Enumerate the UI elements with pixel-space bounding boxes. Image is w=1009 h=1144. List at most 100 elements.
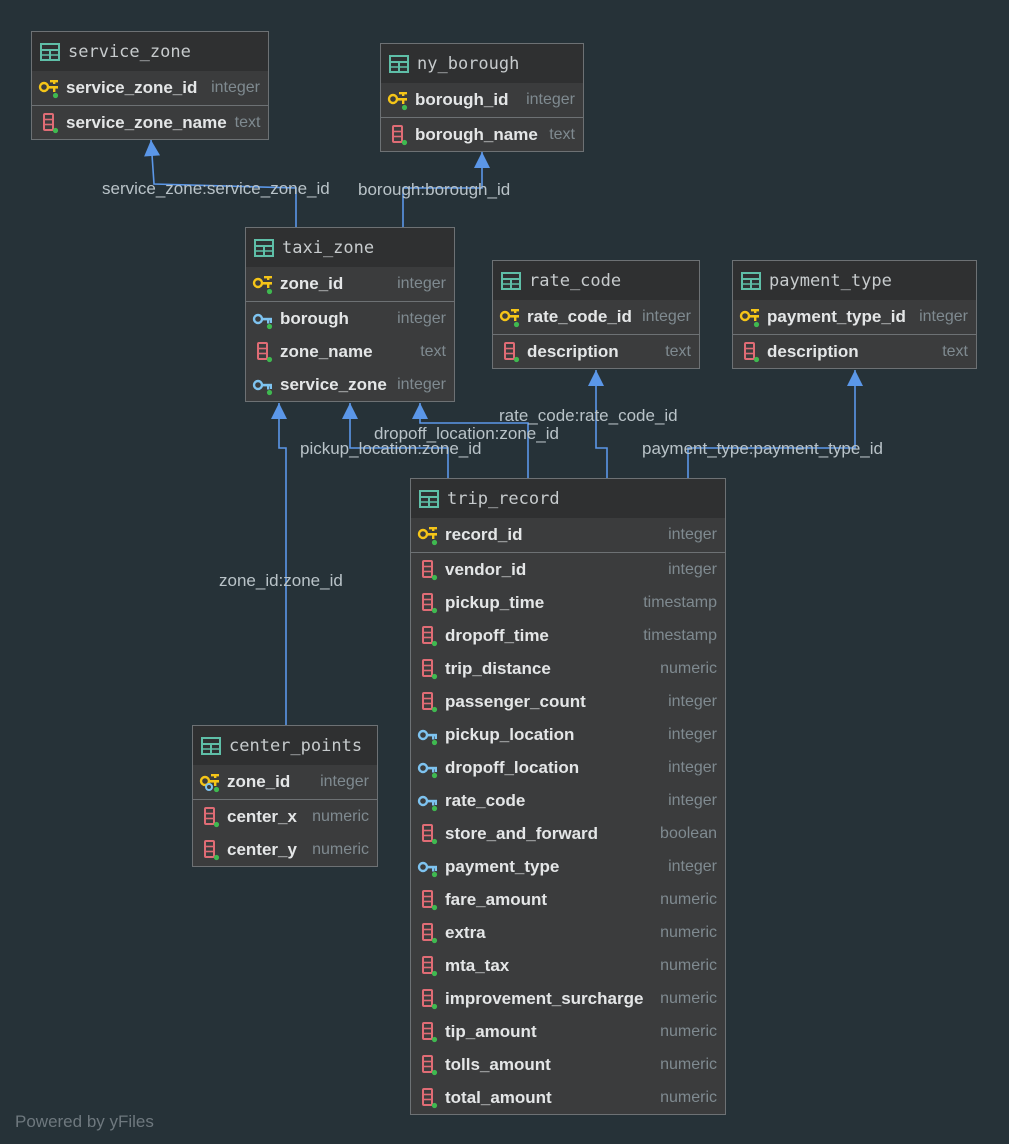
- table-icon: [419, 489, 439, 508]
- column-name: center_x: [227, 806, 297, 826]
- column-row[interactable]: improvement_surcharge numeric: [411, 982, 725, 1015]
- column-row[interactable]: service_zone integer: [246, 368, 454, 401]
- column-name: tip_amount: [445, 1021, 537, 1041]
- column-type: integer: [668, 560, 717, 578]
- column-icon: [422, 1054, 438, 1075]
- column-row[interactable]: pickup_time timestamp: [411, 586, 725, 619]
- table-header[interactable]: taxi_zone: [246, 228, 454, 267]
- column-type: text: [234, 113, 261, 131]
- arrowhead: [588, 370, 604, 386]
- column-row[interactable]: dropoff_time timestamp: [411, 619, 725, 652]
- table-header[interactable]: rate_code: [493, 261, 699, 300]
- column-type: text: [942, 342, 968, 360]
- column-icon: [422, 658, 438, 679]
- arrowhead: [474, 152, 490, 168]
- column-row[interactable]: borough_name text: [381, 118, 583, 151]
- column-row[interactable]: extra numeric: [411, 916, 725, 949]
- column-icon: [204, 839, 220, 860]
- column-row[interactable]: payment_type integer: [411, 850, 725, 883]
- relation-line[interactable]: [278, 403, 287, 725]
- column-row[interactable]: tolls_amount numeric: [411, 1048, 725, 1081]
- column-name: passenger_count: [445, 691, 586, 711]
- table-trip-record[interactable]: trip_record record_id integer vendor_id in…: [410, 478, 726, 1115]
- column-row[interactable]: service_zone_name text: [32, 106, 268, 139]
- table-ny-borough[interactable]: ny_borough borough_id integer borough_nam…: [380, 43, 584, 152]
- column-name: store_and_forward: [445, 823, 599, 843]
- column-row[interactable]: description text: [733, 335, 976, 368]
- relation-label: zone_id:zone_id: [219, 571, 343, 590]
- column-row[interactable]: store_and_forward boolean: [411, 817, 725, 850]
- column-type: integer: [668, 692, 717, 710]
- column-type: integer: [668, 725, 717, 743]
- column-row[interactable]: center_y numeric: [193, 833, 377, 866]
- primary-key-icon: [417, 527, 438, 546]
- table-icon: [741, 271, 761, 290]
- column-row[interactable]: payment_type_id integer: [733, 300, 976, 334]
- table-center-points[interactable]: center_points zone_id integer center_x num…: [192, 725, 378, 867]
- column-row[interactable]: zone_name text: [246, 335, 454, 368]
- table-rate-code[interactable]: rate_code rate_code_id integer descriptio…: [492, 260, 700, 369]
- column-name: borough: [280, 308, 349, 328]
- table-header[interactable]: trip_record: [411, 479, 725, 518]
- foreign-key-icon: [417, 762, 438, 778]
- column-row[interactable]: borough_id integer: [381, 83, 583, 117]
- column-type: numeric: [660, 1088, 717, 1106]
- column-row[interactable]: dropoff_location integer: [411, 751, 725, 784]
- column-row[interactable]: passenger_count integer: [411, 685, 725, 718]
- column-row[interactable]: vendor_id integer: [411, 553, 725, 586]
- column-type: integer: [397, 375, 446, 393]
- column-name: dropoff_time: [445, 625, 549, 645]
- column-icon: [422, 988, 438, 1009]
- column-row[interactable]: service_zone_id integer: [32, 71, 268, 105]
- column-type: text: [420, 342, 446, 360]
- table-service-zone[interactable]: service_zone service_zone_id integer serv…: [31, 31, 269, 140]
- column-row[interactable]: zone_id integer: [193, 765, 377, 799]
- relation-label: payment_type:payment_type_id: [642, 439, 883, 458]
- column-name: payment_type_id: [767, 307, 906, 326]
- column-row[interactable]: description text: [493, 335, 699, 368]
- column-type: integer: [642, 308, 691, 325]
- table-payment-type[interactable]: payment_type payment_type_id integer desc…: [732, 260, 977, 369]
- primary-key-icon: [499, 309, 520, 328]
- column-row[interactable]: rate_code_id integer: [493, 300, 699, 334]
- column-icon: [257, 341, 273, 362]
- column-row[interactable]: pickup_location integer: [411, 718, 725, 751]
- arrowhead: [412, 403, 428, 419]
- table-icon: [501, 271, 521, 290]
- column-row[interactable]: rate_code integer: [411, 784, 725, 817]
- column-icon: [422, 889, 438, 910]
- column-row[interactable]: fare_amount numeric: [411, 883, 725, 916]
- table-header[interactable]: center_points: [193, 726, 377, 765]
- column-row[interactable]: zone_id integer: [246, 267, 454, 301]
- column-row[interactable]: total_amount numeric: [411, 1081, 725, 1114]
- column-name: rate_code_id: [527, 307, 632, 326]
- column-row[interactable]: borough integer: [246, 302, 454, 335]
- column-name: mta_tax: [445, 955, 510, 975]
- column-row[interactable]: center_x numeric: [193, 800, 377, 833]
- table-title: service_zone: [68, 41, 191, 62]
- column-row[interactable]: mta_tax numeric: [411, 949, 725, 982]
- column-row[interactable]: trip_distance numeric: [411, 652, 725, 685]
- foreign-key-icon: [417, 795, 438, 811]
- column-row[interactable]: record_id integer: [411, 518, 725, 552]
- column-icon: [43, 112, 59, 133]
- table-taxi-zone[interactable]: taxi_zone zone_id integer borough integer …: [245, 227, 455, 402]
- table-header[interactable]: ny_borough: [381, 44, 583, 83]
- column-icon: [744, 341, 760, 362]
- relation-label: service_zone:service_zone_id: [102, 179, 330, 198]
- primary-key-icon: [252, 276, 273, 295]
- column-name: zone_id: [280, 274, 344, 293]
- table-header[interactable]: payment_type: [733, 261, 976, 300]
- relation-line[interactable]: [687, 370, 856, 478]
- column-name: total_amount: [445, 1087, 552, 1107]
- column-row[interactable]: tip_amount numeric: [411, 1015, 725, 1048]
- table-title: trip_record: [447, 488, 560, 509]
- column-type: timestamp: [643, 593, 717, 611]
- table-icon: [254, 238, 274, 257]
- column-icon: [204, 806, 220, 827]
- column-name: payment_type: [445, 856, 560, 876]
- column-name: extra: [445, 922, 486, 942]
- column-name: description: [767, 341, 859, 361]
- relation-label: pickup_location:zone_id: [300, 439, 482, 458]
- table-header[interactable]: service_zone: [32, 32, 268, 71]
